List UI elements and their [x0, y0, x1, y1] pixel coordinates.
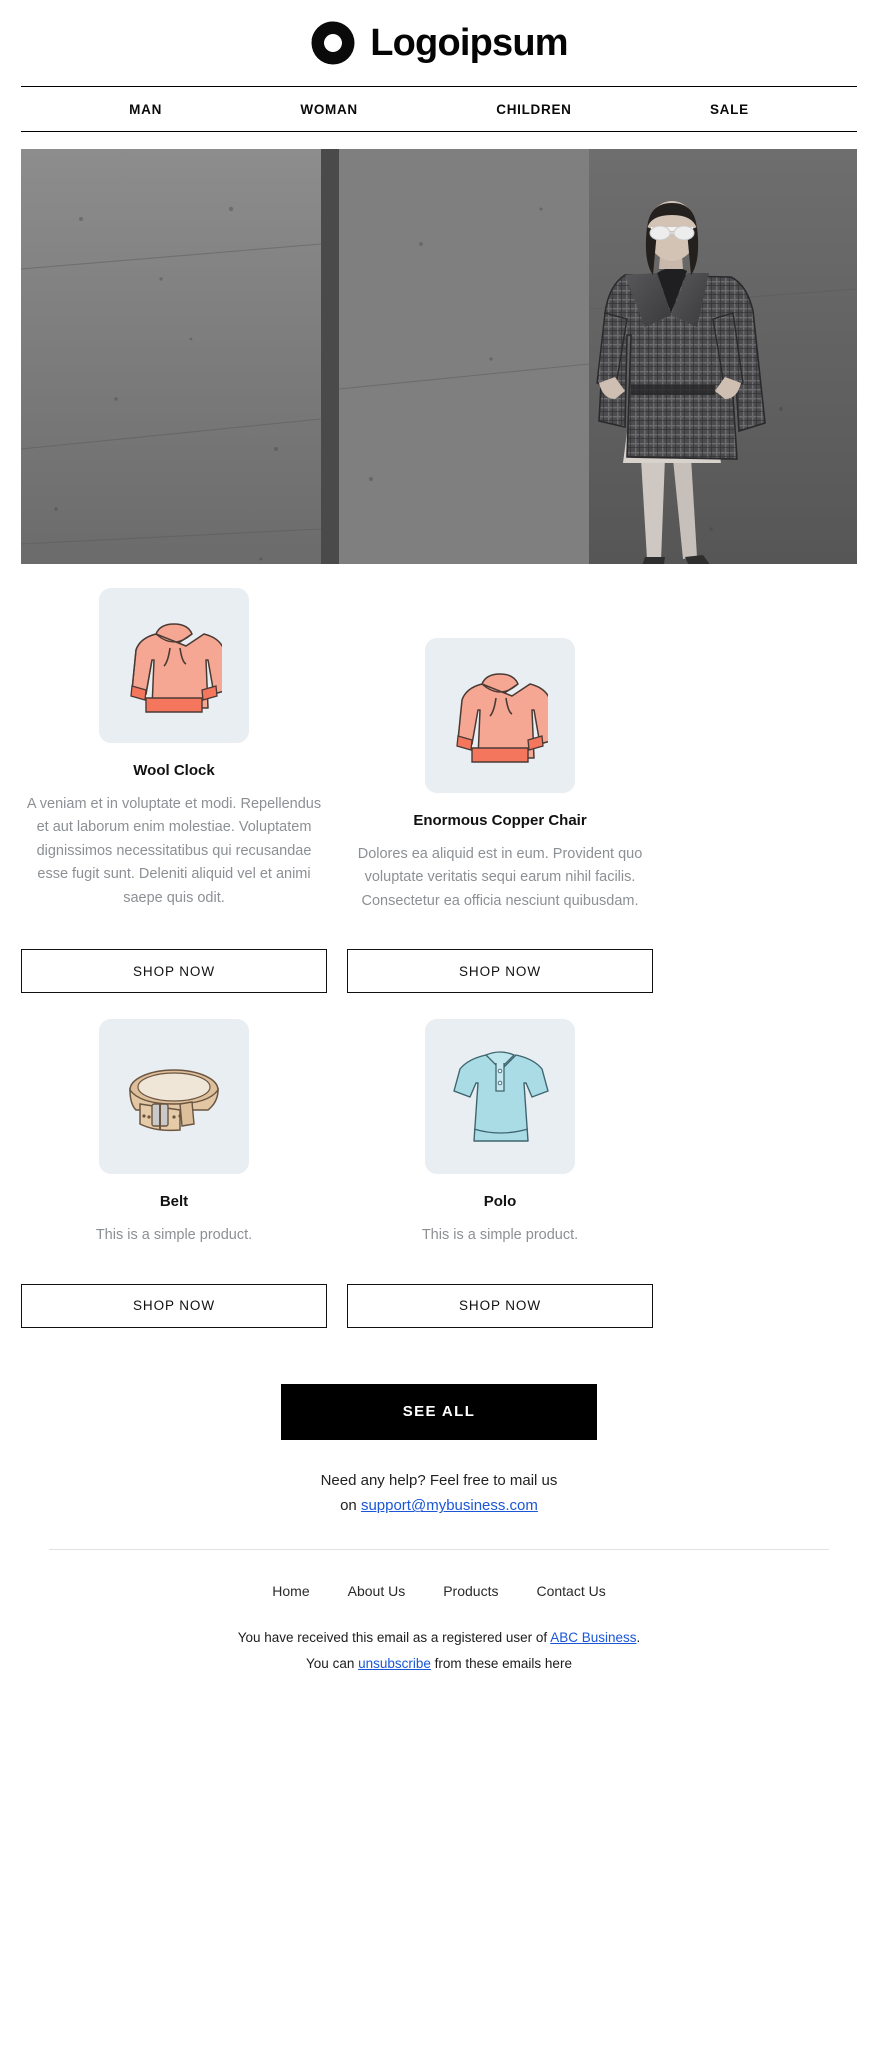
footer-links: Home About Us Products Contact Us — [0, 1583, 878, 1599]
product-thumbnail[interactable] — [99, 588, 249, 743]
shop-now-button-belt[interactable]: SHOP NOW — [21, 1283, 327, 1328]
footer-divider — [49, 1548, 829, 1550]
logoipsum-circle-mark-icon — [311, 21, 355, 65]
product-description: A veniam et in voluptate et modi. Repell… — [26, 796, 322, 906]
product-row-2: Belt This is a simple product. Polo This… — [21, 1019, 857, 1247]
see-all-cta-wrap: SEE ALL — [0, 1383, 878, 1440]
product-thumbnail[interactable] — [425, 638, 575, 793]
shop-now-button-polo[interactable]: SHOP NOW — [347, 1283, 653, 1328]
brand-name: Logoipsum — [370, 22, 568, 64]
product-card-wool-clock: Wool Clock A veniam et in voluptate et m… — [21, 588, 327, 910]
light-blue-polo-shirt-illustration-icon — [453, 1051, 549, 1142]
footer-link-about-us[interactable]: About Us — [348, 1583, 406, 1599]
main-navigation: MAN WOMAN CHILDREN SALE — [0, 86, 878, 132]
hero-photo-illustration — [21, 149, 857, 564]
legal-line-2-prefix: You can — [306, 1656, 359, 1672]
help-line-2-prefix: on — [340, 1497, 361, 1515]
product-title: Wool Clock — [133, 762, 215, 779]
email-page: Logoipsum MAN WOMAN CHILDREN SALE Wool C… — [0, 0, 878, 2066]
product-description: This is a simple product. — [95, 1227, 253, 1244]
support-email-link[interactable]: support@mybusiness.com — [361, 1497, 538, 1514]
legal-line-1: You have received this email as a regist… — [0, 1625, 878, 1651]
shop-now-button-enormous-copper-chair[interactable]: SHOP NOW — [347, 949, 653, 994]
pink-hoodie-illustration-icon — [130, 622, 222, 713]
product-description: Dolores ea aliquid est in eum. Provident… — [357, 846, 643, 909]
product-card-belt: Belt This is a simple product. — [21, 1019, 327, 1247]
nav-item-woman[interactable]: WOMAN — [300, 102, 358, 117]
abc-business-link[interactable]: ABC Business — [550, 1630, 636, 1645]
product-title: Polo — [483, 1193, 517, 1211]
help-line-1: Need any help? Feel free to mail us — [320, 1471, 558, 1489]
legal-text: You have received this email as a regist… — [0, 1625, 878, 1678]
product-description: This is a simple product. — [421, 1227, 579, 1244]
logo-header: Logoipsum — [0, 0, 878, 86]
product-title: Belt — [159, 1193, 189, 1211]
unsubscribe-link[interactable]: unsubscribe — [358, 1656, 431, 1671]
hero-image — [21, 149, 857, 564]
product-row-1: Wool Clock A veniam et in voluptate et m… — [21, 588, 857, 913]
footer-link-products[interactable]: Products — [443, 1583, 498, 1599]
legal-line-2-suffix: from these emails here — [430, 1656, 572, 1672]
product-title: Enormous Copper Chair — [413, 812, 587, 829]
product-card-enormous-copper-chair: Enormous Copper Chair Dolores ea aliquid… — [347, 638, 653, 913]
product-row-1-buttons: SHOP NOW SHOP NOW — [21, 931, 857, 994]
product-grid: Wool Clock A veniam et in voluptate et m… — [21, 588, 857, 1328]
legal-line-1-suffix: . — [636, 1629, 641, 1645]
nav-item-children[interactable]: CHILDREN — [496, 102, 571, 117]
product-card-polo: Polo This is a simple product. — [347, 1019, 653, 1247]
nav-item-man[interactable]: MAN — [129, 102, 162, 117]
legal-line-1-prefix: You have received this email as a regist… — [237, 1629, 551, 1645]
product-row-2-buttons: SHOP NOW SHOP NOW — [21, 1266, 857, 1328]
nav-bottom-rule — [21, 131, 857, 132]
tan-leather-belt-illustration-icon — [129, 1069, 219, 1132]
footer-link-contact-us[interactable]: Contact Us — [536, 1583, 605, 1599]
help-line-2: on support@mybusiness.com — [0, 1493, 878, 1519]
nav-items: MAN WOMAN CHILDREN SALE — [0, 87, 878, 131]
see-all-button[interactable]: SEE ALL — [281, 1383, 597, 1440]
brand-logo[interactable]: Logoipsum — [310, 20, 569, 66]
nav-item-sale[interactable]: SALE — [710, 102, 749, 117]
legal-line-2: You can unsubscribe from these emails he… — [0, 1651, 878, 1677]
footer-link-home[interactable]: Home — [272, 1583, 309, 1599]
product-thumbnail[interactable] — [425, 1019, 575, 1175]
help-text: Need any help? Feel free to mail us on s… — [0, 1468, 878, 1519]
product-thumbnail[interactable] — [99, 1019, 249, 1175]
shop-now-button-wool-clock[interactable]: SHOP NOW — [21, 949, 327, 994]
pink-hoodie-illustration-icon — [456, 672, 548, 763]
